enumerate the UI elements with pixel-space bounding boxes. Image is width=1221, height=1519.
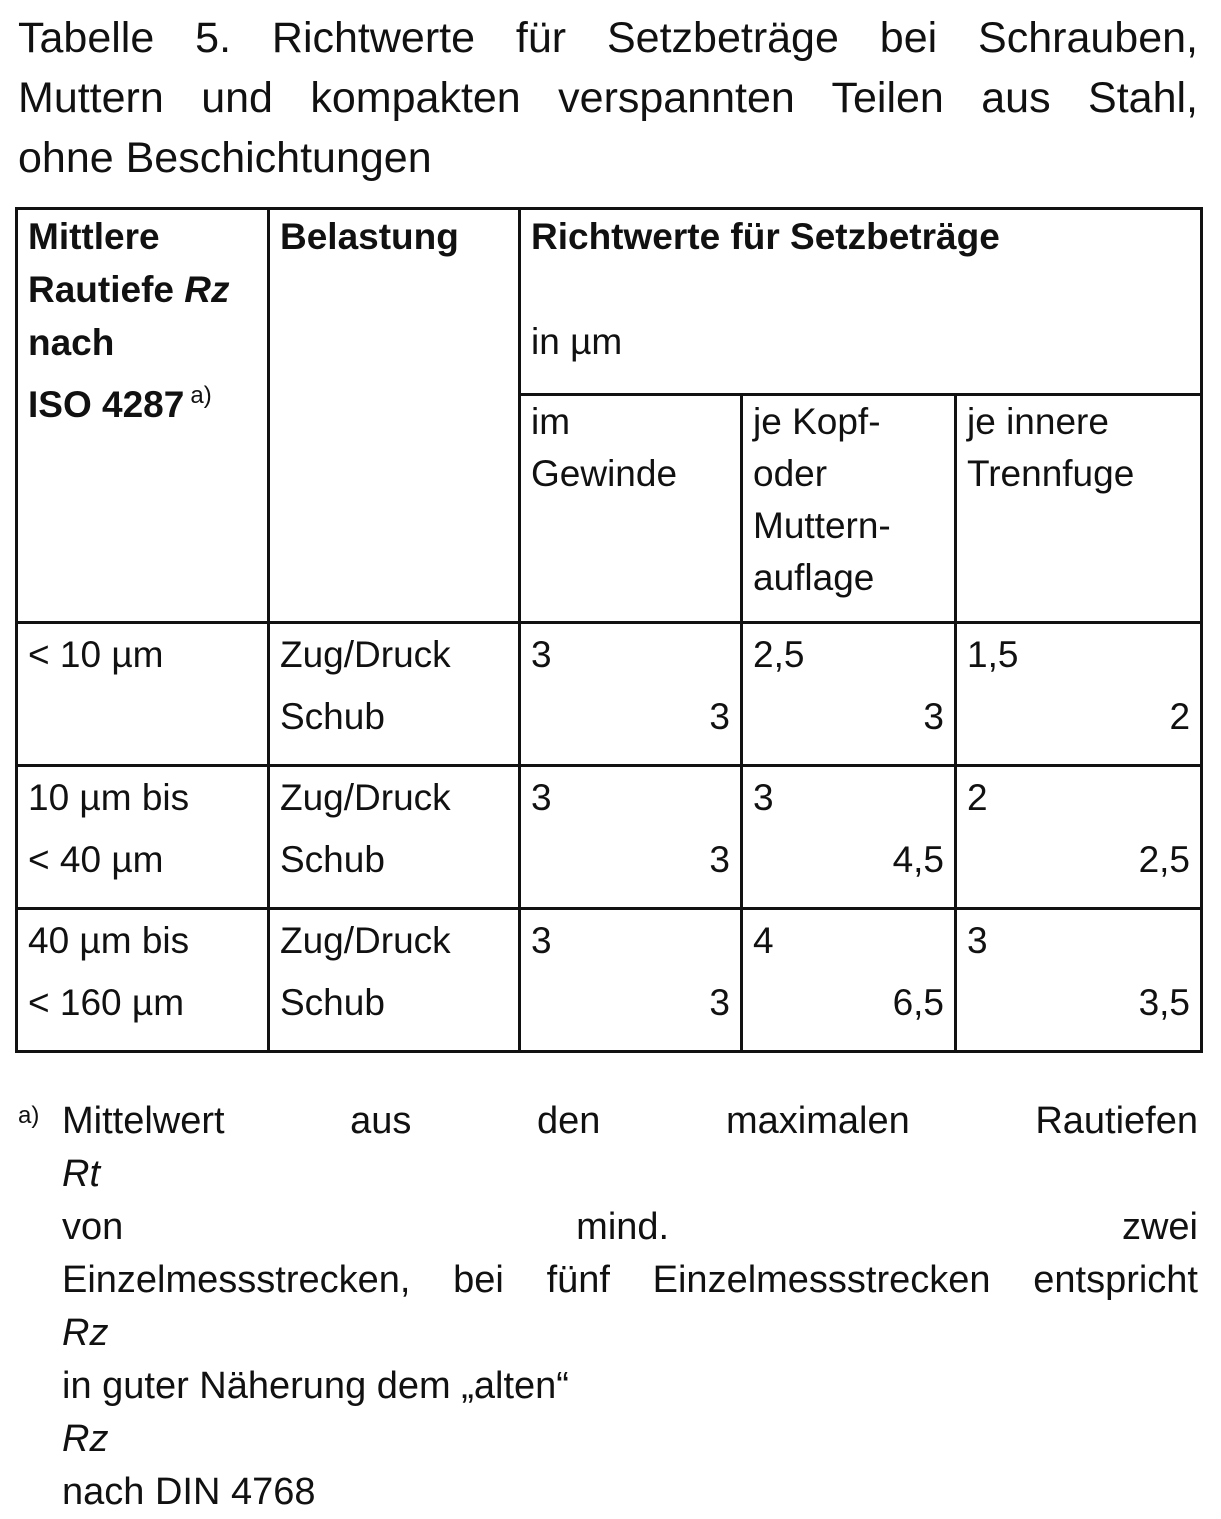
- header-rautiefe-rz: Rz: [184, 269, 230, 310]
- value-zugdruck: 2: [967, 777, 988, 818]
- subheader-trenn-line-2: Trennfuge: [967, 453, 1135, 494]
- cell-kopfauflage: 2,5 3: [740, 621, 957, 767]
- cell-gewinde: 3 3: [518, 907, 743, 1053]
- cell-load-zugdruck: Zug/Druck: [280, 634, 451, 675]
- cell-gewinde: 3 3: [518, 621, 743, 767]
- value-zugdruck: 4: [753, 920, 774, 961]
- footnote-rt: Rt: [62, 1153, 100, 1195]
- footnote-line-3b: in guter Näherung dem „alten“: [62, 1365, 569, 1407]
- cell-belastung: Zug/Druck Schub: [267, 764, 521, 910]
- table-header-row: Mittlere Rautiefe Rz nach ISO 4287 a) Bel…: [15, 207, 1204, 624]
- value-schub: 3: [709, 839, 730, 880]
- footnote-rz-2: Rz: [62, 1418, 109, 1460]
- cell-trennfuge: 3 3,5: [953, 907, 1204, 1053]
- value-schub: 6,5: [892, 982, 944, 1023]
- caption-line-1: Tabelle 5. Richtwerte für Setzbeträge be…: [18, 14, 1198, 62]
- subheader-gewinde: im Gewinde: [518, 393, 743, 624]
- subheader-kopf-line-3: Muttern-: [753, 505, 891, 546]
- subheader-kopf-line-2: oder: [753, 453, 828, 494]
- table-row: 40 µm bis < 160 µm Zug/Druck Schub 3 3 4…: [15, 907, 1204, 1053]
- subheader-trennfuge: je innere Trennfuge: [953, 393, 1204, 624]
- cell-trennfuge: 1,5 2: [953, 621, 1204, 767]
- value-schub: 3,5: [1138, 982, 1191, 1023]
- cell-rautiefe-line-2: < 160 µm: [28, 982, 185, 1023]
- value-zugdruck: 3: [531, 920, 552, 961]
- cell-rautiefe-line-1: 10 µm bis: [28, 777, 190, 818]
- value-zugdruck: 1,5: [967, 634, 1019, 675]
- footnote-rz-1: Rz: [62, 1312, 109, 1354]
- table-row: 10 µm bis < 40 µm Zug/Druck Schub 3 3 3 …: [15, 764, 1204, 910]
- cell-rautiefe-line-1: < 10 µm: [28, 634, 164, 675]
- cell-kopfauflage: 3 4,5: [740, 764, 957, 910]
- header-footnote-mark: a): [190, 382, 212, 409]
- header-rautiefe-line-4: ISO 4287: [28, 384, 185, 425]
- value-zugdruck: 2,5: [753, 634, 805, 675]
- value-schub: 3: [709, 696, 730, 737]
- cell-trennfuge: 2 2,5: [953, 764, 1204, 910]
- table-caption: Tabelle 5. Richtwerte für Setzbeträge be…: [18, 8, 1198, 188]
- subheader-kopf-line-1: je Kopf-: [753, 401, 881, 442]
- footnote-mark: a): [18, 1102, 40, 1129]
- header-rautiefe-line-3: nach: [28, 322, 115, 363]
- cell-rautiefe: 10 µm bis < 40 µm: [15, 764, 270, 910]
- subheader-kopfauflage: je Kopf- oder Muttern- auflage: [740, 393, 957, 624]
- cell-load-schub: Schub: [280, 839, 385, 880]
- value-schub: 2: [1169, 696, 1191, 737]
- cell-belastung: Zug/Druck Schub: [267, 621, 521, 767]
- value-zugdruck: 3: [531, 634, 552, 675]
- subheader-gewinde-line-1: im: [531, 401, 571, 442]
- cell-belastung: Zug/Druck Schub: [267, 907, 521, 1053]
- footnote-line-1c: von mind. zwei: [62, 1206, 1198, 1248]
- cell-load-zugdruck: Zug/Druck: [280, 920, 451, 961]
- subheader-kopf-line-4: auflage: [753, 557, 875, 598]
- footnote-line-3: Rz in guter Näherung dem „alten“ Rz nach…: [62, 1307, 1198, 1519]
- caption-line-3: ohne Beschichtungen: [18, 134, 432, 182]
- subheader-gewinde-line-2: Gewinde: [531, 453, 678, 494]
- cell-rautiefe-line-2: < 40 µm: [28, 839, 164, 880]
- value-schub: 3: [923, 696, 944, 737]
- footnote-line-2: Einzelmessstrecken, bei fünf Einzelmesss…: [62, 1259, 1198, 1301]
- footnote-text: Mittelwert aus den maximalen Rautiefen R…: [62, 1095, 1198, 1519]
- subheader-trenn-line-1: je innere: [967, 401, 1109, 442]
- value-schub: 3: [709, 982, 730, 1023]
- header-rautiefe-line-1: Mittlere: [28, 216, 160, 257]
- value-zugdruck: 3: [967, 920, 988, 961]
- footnote-line-3d: nach DIN 4768: [62, 1471, 316, 1513]
- footnote-line-1a: Mittelwert aus den maximalen Rautiefen: [62, 1100, 1198, 1142]
- value-schub: 2,5: [1138, 839, 1191, 880]
- cell-load-zugdruck: Zug/Druck: [280, 777, 451, 818]
- header-belastung: Belastung: [267, 207, 521, 624]
- header-rautiefe-line-2a: Rautiefe: [28, 269, 185, 310]
- cell-rautiefe: 40 µm bis < 160 µm: [15, 907, 270, 1053]
- cell-rautiefe-line-1: 40 µm bis: [28, 920, 190, 961]
- value-zugdruck: 3: [531, 777, 552, 818]
- header-richtwerte-unit: in µm: [531, 321, 623, 362]
- cell-gewinde: 3 3: [518, 764, 743, 910]
- cell-rautiefe: < 10 µm: [15, 621, 270, 767]
- caption-line-2: Muttern und kompakten verspannten Teilen…: [18, 74, 1198, 122]
- cell-load-schub: Schub: [280, 696, 385, 737]
- settlement-table: Mittlere Rautiefe Rz nach ISO 4287 a) Bel…: [15, 207, 1204, 1053]
- cell-load-schub: Schub: [280, 982, 385, 1023]
- footnote-line-1: Mittelwert aus den maximalen Rautiefen R…: [62, 1095, 1198, 1254]
- value-zugdruck: 3: [753, 777, 774, 818]
- header-richtwerte: Richtwerte für Setzbeträge in µm: [517, 207, 1204, 396]
- cell-kopfauflage: 4 6,5: [740, 907, 957, 1053]
- header-rautiefe: Mittlere Rautiefe Rz nach ISO 4287 a): [15, 207, 270, 624]
- header-richtwerte-title: Richtwerte für Setzbeträge: [531, 216, 1000, 257]
- table-footnote: a) Mittelwert aus den maximalen Rautiefe…: [18, 1095, 1198, 1519]
- value-schub: 4,5: [892, 839, 944, 880]
- table-row: < 10 µm Zug/Druck Schub 3 3 2,5 3 1,5 2: [15, 621, 1204, 767]
